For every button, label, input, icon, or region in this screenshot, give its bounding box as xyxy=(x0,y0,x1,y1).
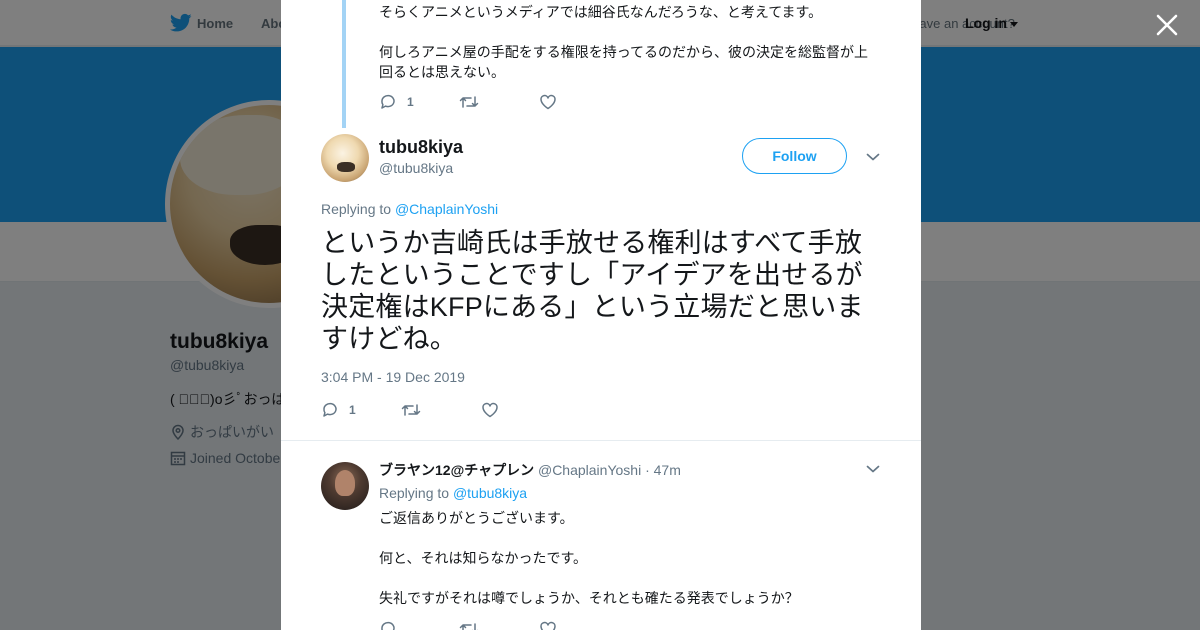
retweet-button[interactable] xyxy=(459,620,479,630)
reply-count: 1 xyxy=(349,403,356,417)
reply-icon xyxy=(381,621,395,630)
heart-icon xyxy=(482,402,498,418)
retweet-icon xyxy=(401,404,421,416)
tweet-paragraph: そらくアニメというメディアでは細谷氏なんだろうな、と考えてます。 xyxy=(379,4,823,20)
heart-icon xyxy=(540,94,556,110)
chevron-down-icon[interactable] xyxy=(866,152,880,162)
retweet-icon xyxy=(459,623,479,630)
replying-prefix: Replying to xyxy=(379,485,450,501)
replying-to-link[interactable]: @tubu8kiya xyxy=(453,485,527,501)
tweet-modal: そらくアニメというメディアでは細谷氏なんだろうな、と考えてます。 何しろアニメ屋… xyxy=(281,0,921,630)
tweet-paragraph: 何しろアニメ屋の手配をする権限を持ってるのだから、彼の決定を総監督が上回るとは思… xyxy=(379,44,869,80)
like-button[interactable] xyxy=(539,620,557,630)
main-tweet-replying-to: Replying to @ChaplainYoshi xyxy=(321,201,498,217)
tweet-paragraph: ご返信ありがとうございます。 xyxy=(379,510,574,526)
previous-tweet[interactable]: そらくアニメというメディアでは細谷氏なんだろうな、と考えてます。 何しろアニメ屋… xyxy=(281,0,921,130)
reply-icon xyxy=(381,94,395,109)
main-tweet-avatar[interactable] xyxy=(321,134,369,182)
retweet-icon xyxy=(459,96,479,108)
reply-icon xyxy=(323,402,337,417)
main-tweet-text: というか吉崎氏は手放せる権利はすべて手放したということですし「アイデアを出せるが… xyxy=(321,228,864,354)
like-button[interactable] xyxy=(539,93,557,111)
reply-button[interactable]: 1 xyxy=(321,401,356,419)
avatar-figure xyxy=(335,470,355,496)
replying-to-link[interactable]: @ChaplainYoshi xyxy=(395,201,498,217)
close-icon[interactable] xyxy=(1154,12,1180,38)
retweet-button[interactable] xyxy=(459,93,479,111)
reply-tweet-avatar[interactable] xyxy=(321,462,369,510)
heart-icon xyxy=(540,621,556,630)
follow-button[interactable]: Follow xyxy=(742,138,847,174)
replying-prefix: Replying to xyxy=(321,201,392,217)
reply-author-handle[interactable]: @ChaplainYoshi xyxy=(538,462,641,478)
reply-time[interactable]: · 47m xyxy=(645,462,681,478)
like-button[interactable] xyxy=(481,401,499,419)
thread-connector-line xyxy=(342,0,346,128)
reply-count: 1 xyxy=(407,95,414,109)
main-tweet-author-handle[interactable]: @tubu8kiya xyxy=(379,160,453,176)
reply-author-name[interactable]: ブラヤン12@チャプレン xyxy=(379,462,534,478)
avatar-bow xyxy=(337,162,355,172)
tweet-paragraph: 失礼ですがそれは噂でしょうか、それとも確たる発表でしょうか？ xyxy=(379,590,799,606)
reply-button[interactable]: 1 xyxy=(379,93,414,111)
tweet-divider xyxy=(281,440,921,441)
reply-tweet-header: ブラヤン12@チャプレン @ChaplainYoshi · 47m xyxy=(379,460,681,480)
previous-tweet-text: そらくアニメというメディアでは細谷氏なんだろうな、と考えてます。 何しろアニメ屋… xyxy=(379,2,879,102)
reply-tweet-text: ご返信ありがとうございます。 何と、それは知らなかったです。 失礼ですがそれは噂… xyxy=(379,508,879,628)
main-tweet-timestamp[interactable]: 3:04 PM - 19 Dec 2019 xyxy=(321,369,465,385)
retweet-button[interactable] xyxy=(401,401,421,419)
reply-button[interactable] xyxy=(379,620,397,630)
chevron-down-icon[interactable] xyxy=(866,464,880,474)
reply-tweet-replying-to: Replying to @tubu8kiya xyxy=(379,485,527,501)
main-tweet-author-name[interactable]: tubu8kiya xyxy=(379,137,463,158)
tweet-paragraph: 何と、それは知らなかったです。 xyxy=(379,550,588,566)
